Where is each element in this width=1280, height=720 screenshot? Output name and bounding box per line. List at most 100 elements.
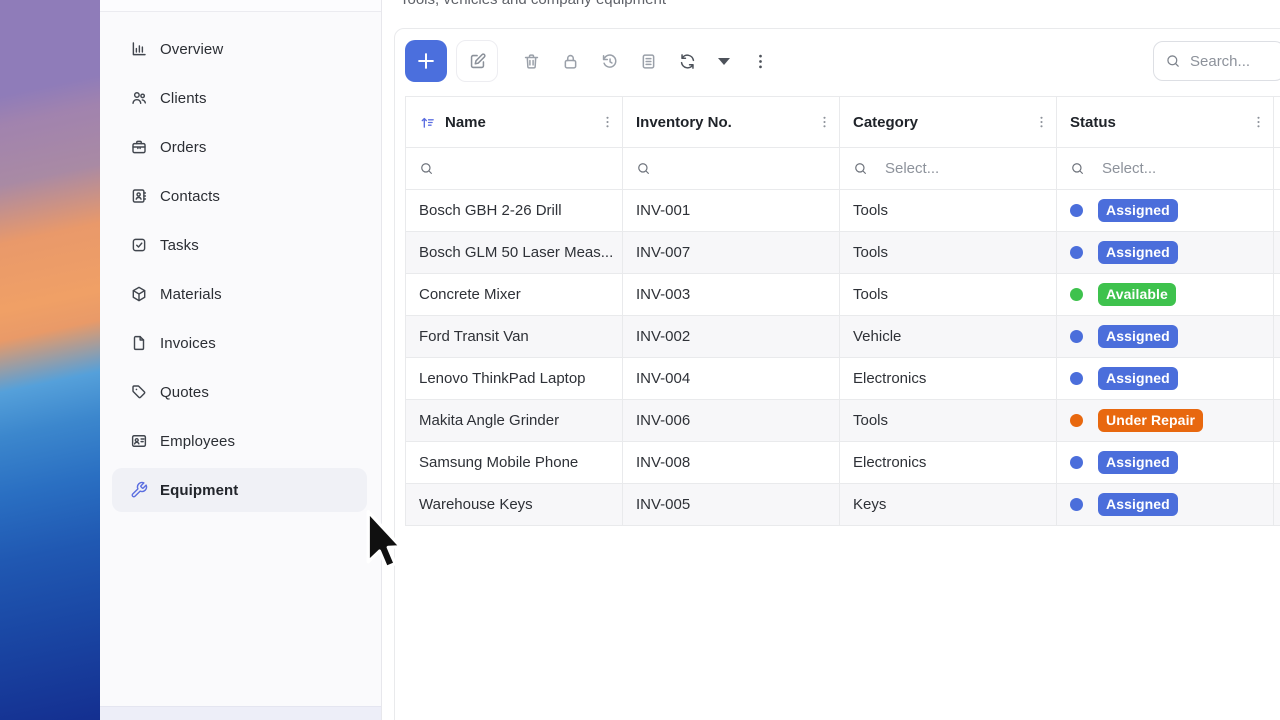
delete-button[interactable] [512, 40, 551, 82]
equipment-panel: Name Inventory No. CategoryStatus Select..… [394, 28, 1280, 720]
status-badge: Assigned [1098, 241, 1178, 264]
column-overflow [1274, 358, 1280, 400]
sidebar-item-label: Contacts [160, 188, 220, 205]
table-row[interactable]: Ford Transit VanINV-002VehicleAssigned [406, 316, 1280, 358]
column-menu-kebab-icon[interactable] [1034, 115, 1049, 130]
id-badge-icon [130, 432, 148, 450]
dropdown-button[interactable] [707, 40, 741, 82]
status-badge: Assigned [1098, 199, 1178, 222]
status-badge: Available [1098, 283, 1176, 306]
filter-placeholder: Select... [1102, 160, 1156, 177]
column-header-category[interactable]: Category [840, 97, 1057, 148]
sidebar-item-clients[interactable]: Clients [112, 76, 367, 120]
search-icon [853, 161, 868, 176]
contact-card-icon [130, 187, 148, 205]
cell-category: Keys [840, 484, 1057, 526]
wrench-icon [130, 481, 148, 499]
sidebar-item-orders[interactable]: Orders [112, 125, 367, 169]
column-label: Name [445, 114, 486, 131]
column-menu-kebab-icon[interactable] [600, 115, 615, 130]
equipment-table: Name Inventory No. CategoryStatus Select..… [405, 96, 1280, 526]
cell-category: Tools [840, 274, 1057, 316]
table-row[interactable]: Concrete MixerINV-003ToolsAvailable [406, 274, 1280, 316]
add-button[interactable] [405, 40, 447, 82]
status-badge: Assigned [1098, 493, 1178, 516]
screen: Overview Clients Orders Contacts Tasks M… [0, 0, 1280, 720]
status-dot-icon [1070, 372, 1083, 385]
column-menu-kebab-icon[interactable] [817, 115, 832, 130]
cell-status: Assigned [1057, 442, 1274, 484]
table-row[interactable]: Bosch GBH 2-26 DrillINV-001ToolsAssigned [406, 190, 1280, 232]
status-badge: Assigned [1098, 367, 1178, 390]
cell-status: Assigned [1057, 190, 1274, 232]
log-button[interactable] [629, 40, 668, 82]
sidebar-item-label: Invoices [160, 335, 216, 352]
sidebar-item-contacts[interactable]: Contacts [112, 174, 367, 218]
search-icon [636, 161, 651, 176]
table-body: Bosch GBH 2-26 DrillINV-001ToolsAssigned… [406, 190, 1280, 526]
history-button[interactable] [590, 40, 629, 82]
table-row[interactable]: Warehouse KeysINV-005KeysAssigned [406, 484, 1280, 526]
search-icon [1070, 161, 1085, 176]
sort-asc-icon [419, 114, 436, 131]
sidebar-item-label: Employees [160, 433, 235, 450]
cell-inventory-no: INV-007 [623, 232, 840, 274]
column-menu-kebab-icon[interactable] [1251, 115, 1266, 130]
sidebar-item-invoices[interactable]: Invoices [112, 321, 367, 365]
cell-name: Lenovo ThinkPad Laptop [406, 358, 623, 400]
search-icon [1165, 53, 1181, 69]
cell-category: Electronics [840, 442, 1057, 484]
status-dot-icon [1070, 204, 1083, 217]
table-row[interactable]: Bosch GLM 50 Laser Meas...INV-007ToolsAs… [406, 232, 1280, 274]
edit-button[interactable] [456, 40, 498, 82]
search-input[interactable] [1190, 53, 1270, 70]
column-header-status[interactable]: Status [1057, 97, 1274, 148]
trash-icon [522, 52, 541, 71]
briefcase-icon [130, 138, 148, 156]
sidebar-item-employees[interactable]: Employees [112, 419, 367, 463]
search-box[interactable] [1153, 41, 1280, 81]
sidebar-item-overview[interactable]: Overview [112, 27, 367, 71]
column-label: Inventory No. [636, 114, 732, 131]
lock-button[interactable] [551, 40, 590, 82]
table-row[interactable]: Makita Angle GrinderINV-006ToolsUnder Re… [406, 400, 1280, 442]
cell-status: Assigned [1057, 358, 1274, 400]
sidebar-item-label: Clients [160, 90, 207, 107]
status-dot-icon [1070, 498, 1083, 511]
sidebar-item-quotes[interactable]: Quotes [112, 370, 367, 414]
sidebar-item-tasks[interactable]: Tasks [112, 223, 367, 267]
toolbar [395, 29, 1280, 83]
cell-inventory-no: INV-006 [623, 400, 840, 442]
people-icon [130, 89, 148, 107]
kebab-icon [751, 52, 770, 71]
lock-icon [561, 52, 580, 71]
column-header-name[interactable]: Name [406, 97, 623, 148]
sidebar: Overview Clients Orders Contacts Tasks M… [100, 0, 382, 720]
more-button[interactable] [741, 40, 780, 82]
table-row[interactable]: Samsung Mobile PhoneINV-008ElectronicsAs… [406, 442, 1280, 484]
app-window: Overview Clients Orders Contacts Tasks M… [100, 0, 1280, 720]
filter-name[interactable] [406, 148, 623, 190]
page-title: Tools, vehicles and company equipment [400, 0, 666, 8]
cell-inventory-no: INV-005 [623, 484, 840, 526]
column-overflow [1274, 97, 1280, 148]
column-header-inventory-no-[interactable]: Inventory No. [623, 97, 840, 148]
sidebar-top-divider [100, 0, 381, 12]
edit-icon [468, 52, 487, 71]
column-overflow [1274, 274, 1280, 316]
table-row[interactable]: Lenovo ThinkPad LaptopINV-004Electronics… [406, 358, 1280, 400]
cube-icon [130, 285, 148, 303]
filter-status[interactable]: Select... [1057, 148, 1274, 190]
cell-inventory-no: INV-003 [623, 274, 840, 316]
sidebar-bottom-strip [100, 706, 381, 720]
sidebar-item-materials[interactable]: Materials [112, 272, 367, 316]
status-dot-icon [1070, 456, 1083, 469]
sidebar-item-equipment[interactable]: Equipment [112, 468, 367, 512]
cell-name: Makita Angle Grinder [406, 400, 623, 442]
caret-down-icon [718, 58, 730, 65]
filter-category[interactable]: Select... [840, 148, 1057, 190]
cell-inventory-no: INV-002 [623, 316, 840, 358]
cell-inventory-no: INV-008 [623, 442, 840, 484]
filter-inventory-no-[interactable] [623, 148, 840, 190]
refresh-button[interactable] [668, 40, 707, 82]
